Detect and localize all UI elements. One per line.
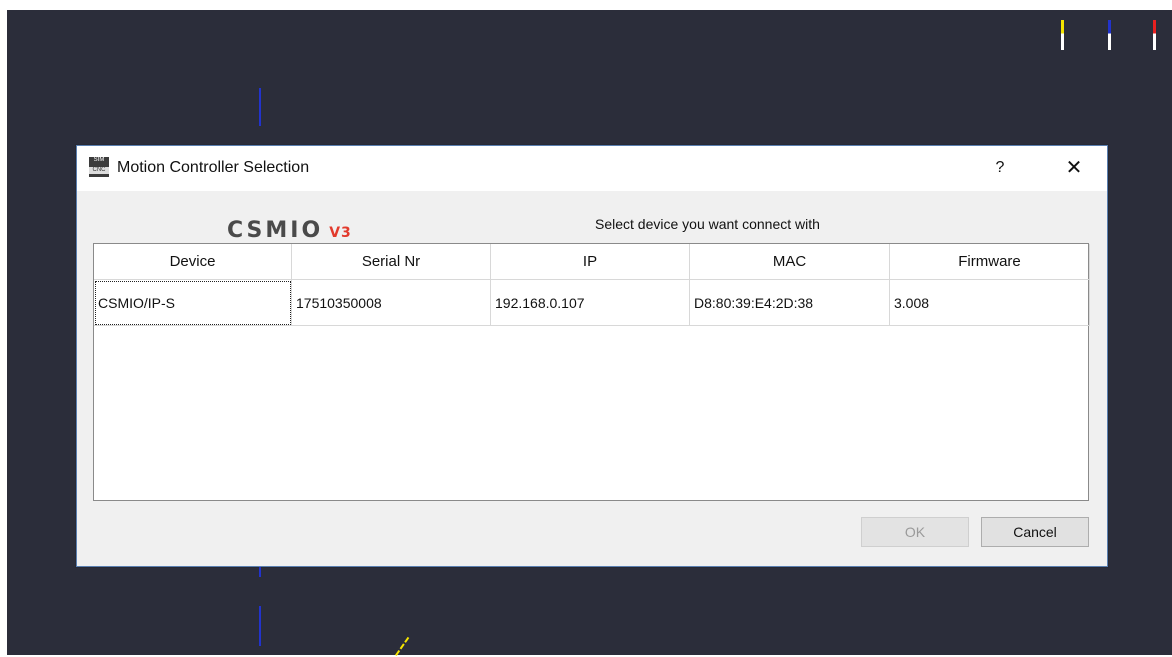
select-device-prompt: Select device you want connect with (595, 216, 820, 232)
column-header-mac[interactable]: MAC (690, 244, 890, 280)
help-button[interactable]: ? (987, 155, 1013, 181)
cell-ip[interactable]: 192.168.0.107 (491, 280, 690, 326)
axis-indicator-blue (1108, 20, 1111, 50)
axis-indicator-red (1153, 20, 1156, 50)
table-row[interactable]: CSMIO/IP-S 17510350008 192.168.0.107 D8:… (94, 280, 1090, 326)
device-table[interactable]: Device Serial Nr IP MAC Firmware CSMIO/I… (93, 243, 1090, 501)
app-icon-top-text: SIM (93, 157, 105, 163)
viewport-tool-path (395, 636, 411, 657)
table-header-row: Device Serial Nr IP MAC Firmware (94, 244, 1090, 280)
column-header-serial[interactable]: Serial Nr (292, 244, 491, 280)
viewport-axis-line-top (259, 88, 261, 126)
dialog-title: Motion Controller Selection (117, 159, 310, 176)
viewport-axis-line-bottom (259, 606, 261, 646)
cell-serial[interactable]: 17510350008 (292, 280, 491, 326)
column-header-ip[interactable]: IP (491, 244, 690, 280)
close-icon[interactable]: ✕ (1059, 155, 1089, 181)
logo-version-text: V3 (329, 225, 352, 241)
ok-button[interactable]: OK (861, 517, 969, 547)
csmio-logo: CSMIO V3 (227, 219, 457, 243)
dialog-titlebar[interactable]: SIM CNC Motion Controller Selection ? ✕ (77, 146, 1107, 191)
cell-mac[interactable]: D8:80:39:E4:2D:38 (690, 280, 890, 326)
simcnc-app-icon: SIM CNC (89, 157, 109, 177)
app-icon-bottom-text: CNC (89, 167, 109, 174)
axis-indicator-yellow (1061, 20, 1064, 50)
motion-controller-dialog: SIM CNC Motion Controller Selection ? ✕ … (76, 145, 1108, 567)
logo-main-text: CSMIO (227, 218, 324, 243)
cell-device[interactable]: CSMIO/IP-S (94, 280, 292, 326)
cancel-button[interactable]: Cancel (981, 517, 1089, 547)
cell-firmware[interactable]: 3.008 (890, 280, 1090, 326)
column-header-firmware[interactable]: Firmware (890, 244, 1090, 280)
column-header-device[interactable]: Device (94, 244, 292, 280)
